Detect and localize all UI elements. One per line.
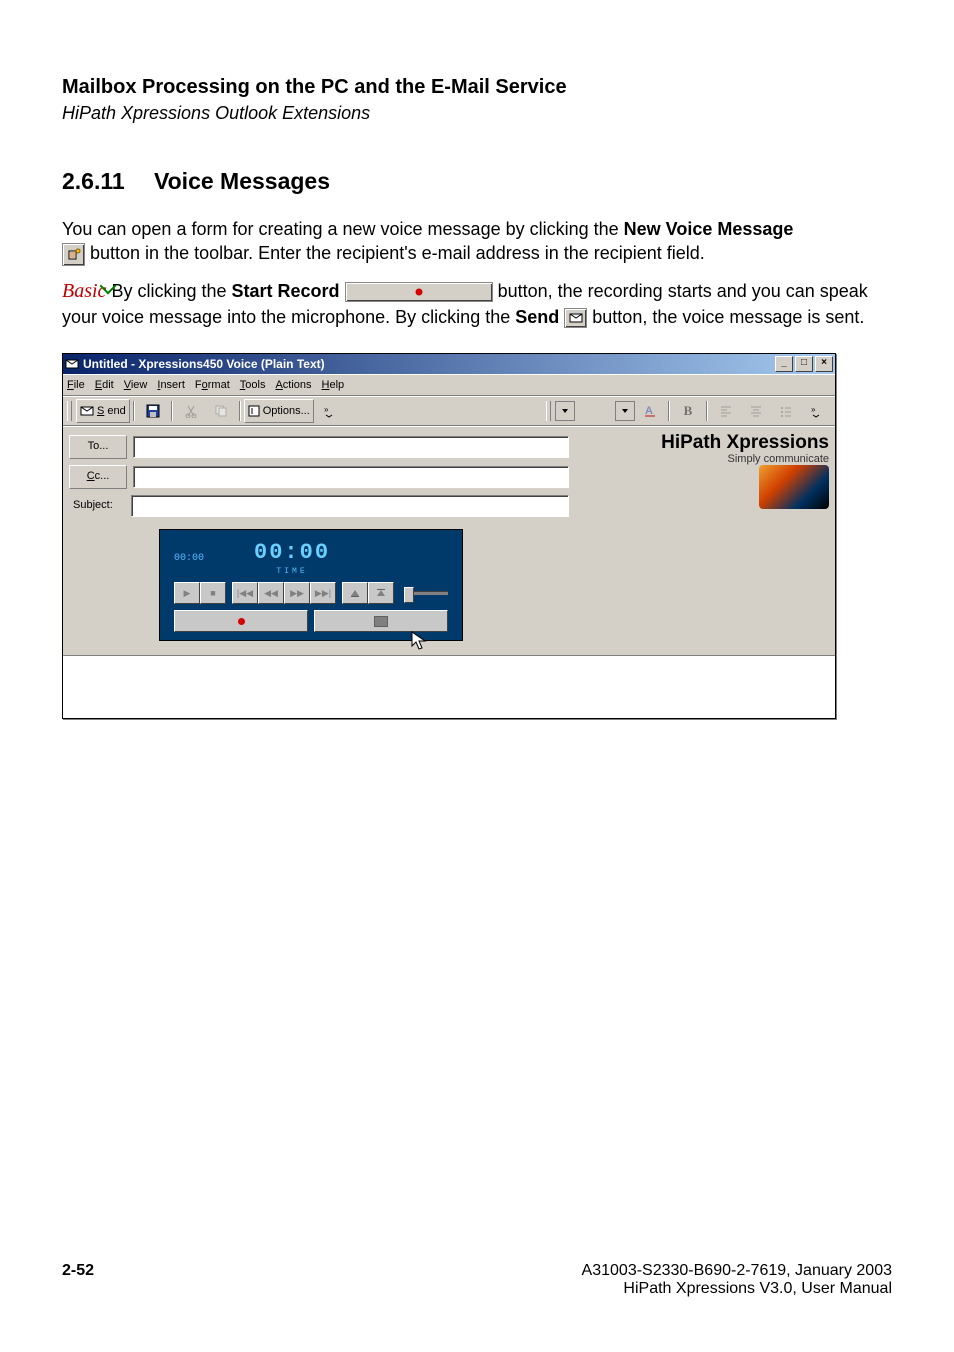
menu-format[interactable]: Format [195,379,230,391]
cc-button[interactable]: Cc... [69,465,127,489]
window-title: Untitled - Xpressions450 Voice (Plain Te… [83,357,773,371]
subject-label: Subject: [69,495,125,517]
bold-text: Send [515,307,559,327]
separator [706,401,708,421]
rewind-button[interactable]: ◀◀ [258,582,284,604]
copy-button[interactable] [206,399,236,423]
font-dropdown[interactable] [555,401,575,421]
brand-image [759,465,829,509]
menu-tools[interactable]: Tools [240,379,266,391]
section-title: Voice Messages [154,168,330,194]
align-left-button[interactable] [711,399,741,423]
menu-insert[interactable]: Insert [157,379,185,391]
bullets-button[interactable] [771,399,801,423]
start-record-button-inline [345,282,493,302]
text: button in the toolbar. Enter the recipie… [90,243,705,263]
minimize-button[interactable]: _ [775,356,793,372]
bold-text: Start Record [232,281,340,301]
stop-button[interactable]: ■ [200,582,226,604]
menu-edit[interactable]: Edit [95,379,114,391]
separator [239,401,241,421]
font-color-button[interactable]: A [635,399,665,423]
separator [133,401,135,421]
basic-tag: Basic [62,278,106,305]
to-button[interactable]: To... [69,435,127,459]
voice-message-window: Untitled - Xpressions450 Voice (Plain Te… [62,353,836,719]
vol-up-button[interactable] [368,582,394,604]
skip-start-button[interactable]: |◀◀ [232,582,258,604]
menu-file[interactable]: File [67,379,85,391]
seek-slider[interactable] [404,582,448,604]
total-time: 00:00TIME [254,540,330,576]
svg-text:»: » [324,405,329,414]
page-number: 2-52 [62,1262,94,1298]
paragraph-2: Basic By clicking the Start Record butto… [62,278,892,329]
align-center-button[interactable] [741,399,771,423]
toolbar-overflow-2[interactable]: » [801,399,831,423]
menu-view[interactable]: View [124,379,148,391]
titlebar: Untitled - Xpressions450 Voice (Plain Te… [63,354,835,374]
grip [67,401,72,421]
to-field[interactable] [133,436,569,458]
send-button-inline [564,308,587,328]
record-button[interactable] [174,610,308,632]
text: By clicking the [111,281,231,301]
toolbar: Send Options... » A B » [63,396,835,426]
cut-button[interactable] [176,399,206,423]
elapsed-time: 00:00 [174,553,204,564]
doc-name: HiPath Xpressions V3.0, User Manual [623,1280,892,1297]
voice-player: 00:00 00:00TIME ▶ ■ |◀◀ ◀◀ ▶▶ ▶▶| [159,529,463,641]
send-button[interactable]: Send [76,399,130,423]
paragraph-1: You can open a form for creating a new v… [62,217,892,266]
svg-text:»: » [811,405,816,414]
forward-button[interactable]: ▶▶ [284,582,310,604]
text: You can open a form for creating a new v… [62,219,624,239]
play-button[interactable]: ▶ [174,582,200,604]
text: button, the voice message is sent. [592,307,864,327]
section-heading: 2.6.11Voice Messages [62,168,892,195]
doc-id: A31003-S2330-B690-2-7619, January 2003 [582,1262,892,1279]
bold-button[interactable]: B [673,399,703,423]
page-subtitle: HiPath Xpressions Outlook Extensions [62,103,892,124]
section-number: 2.6.11 [62,168,154,195]
vol-down-button[interactable] [342,582,368,604]
save-button[interactable] [138,399,168,423]
separator [171,401,173,421]
close-button[interactable]: × [815,356,833,372]
font-size-dropdown[interactable] [615,401,635,421]
options-button[interactable]: Options... [244,399,314,423]
toolbar-overflow[interactable]: » [314,399,344,423]
open-file-button[interactable] [314,610,448,632]
menu-help[interactable]: Help [322,379,345,391]
bold-text: New Voice Message [624,219,794,239]
skip-end-button[interactable]: ▶▶| [310,582,336,604]
new-voice-message-icon [62,243,85,266]
menu-actions[interactable]: Actions [275,379,311,391]
grip [546,401,551,421]
page-heading: Mailbox Processing on the PC and the E-M… [62,76,892,99]
app-icon [65,357,79,371]
message-body[interactable] [63,655,835,718]
brand-title: HiPath Xpressions [575,433,829,452]
subject-field[interactable] [131,495,569,517]
page-footer: 2-52 A31003-S2330-B690-2-7619, January 2… [62,1262,892,1298]
brand-subtitle: Simply communicate [575,453,829,465]
menubar: File Edit View Insert Format Tools Actio… [63,374,835,396]
cc-field[interactable] [133,466,569,488]
options-label: Options... [263,405,310,417]
maximize-button[interactable]: □ [795,356,813,372]
separator [668,401,670,421]
